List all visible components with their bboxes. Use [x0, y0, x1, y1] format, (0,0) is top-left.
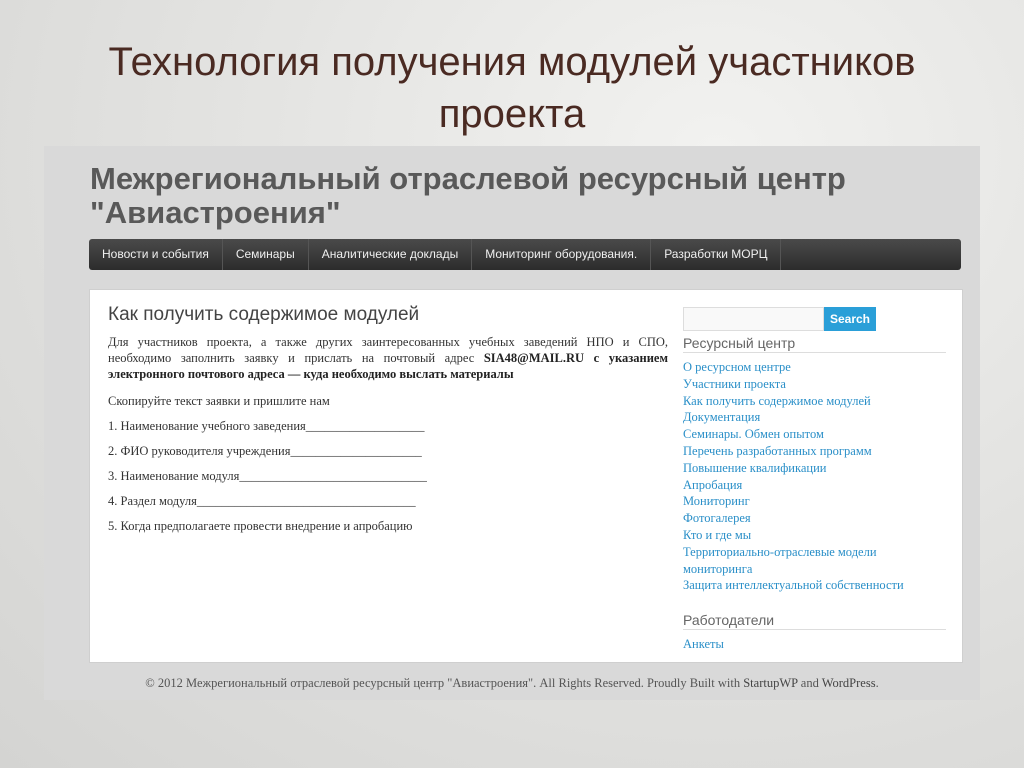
nav-item-seminars[interactable]: Семинары [223, 239, 309, 270]
employers-links: Анкеты [683, 636, 946, 653]
sidebar-link-approbation[interactable]: Апробация [683, 477, 946, 494]
sidebar-link-programs[interactable]: Перечень разработанных программ [683, 443, 946, 460]
search-button[interactable]: Search [824, 307, 876, 331]
sidebar-link-training[interactable]: Повышение квалификации [683, 460, 946, 477]
resource-center-links: О ресурсном центре Участники проекта Как… [683, 359, 946, 594]
website-screenshot: Межрегиональный отраслевой ресурсный цен… [44, 146, 980, 700]
footer-end: . [875, 676, 879, 690]
form-line-3: 3. Наименование модуля__________________… [108, 469, 427, 483]
sidebar-link-photo-gallery[interactable]: Фотогалерея [683, 510, 946, 527]
sidebar-link-monitoring-models[interactable]: Территориально-отраслевые модели монитор… [683, 544, 946, 578]
footer-link-startupwp[interactable]: StartupWP [743, 676, 797, 690]
form-line-1: 1. Наименование учебного заведения______… [108, 419, 425, 433]
widget-title-resource-center: Ресурсный центр [683, 335, 946, 353]
main-content: Как получить содержимое модулей Для учас… [108, 304, 668, 544]
page-heading: Как получить содержимое модулей [108, 304, 420, 325]
nav-item-developments[interactable]: Разработки МОРЦ [651, 239, 782, 270]
form-line-4: 4. Раздел модуля________________________… [108, 494, 416, 508]
sidebar-link-seminars[interactable]: Семинары. Обмен опытом [683, 426, 946, 443]
slide-title: Технология получения модулей участников … [40, 36, 984, 140]
sidebar-link-who-where[interactable]: Кто и где мы [683, 527, 946, 544]
search-input[interactable] [683, 307, 824, 331]
footer-text: © 2012 Межрегиональный отраслевой ресурс… [145, 676, 744, 690]
site-title-line2: "Авиастроения" [90, 195, 341, 230]
site-title: Межрегиональный отраслевой ресурсный цен… [90, 162, 970, 230]
sidebar-link-get-modules[interactable]: Как получить содержимое модулей [683, 393, 946, 410]
site-title-line1: Межрегиональный отраслевой ресурсный цен… [90, 161, 846, 196]
nav-item-monitoring[interactable]: Мониторинг оборудования. [472, 239, 652, 270]
sidebar-link-ip-protection[interactable]: Защита интеллектуальной собственности [683, 577, 946, 594]
site-footer: © 2012 Межрегиональный отраслевой ресурс… [44, 676, 980, 691]
nav-item-news[interactable]: Новости и события [89, 239, 223, 270]
content-area: Как получить содержимое модулей Для учас… [89, 289, 963, 663]
nav-item-analytics[interactable]: Аналитические доклады [309, 239, 473, 270]
footer-and: and [797, 676, 822, 690]
sidebar-link-participants[interactable]: Участники проекта [683, 376, 946, 393]
search-form: Search [683, 307, 946, 331]
intro-paragraph: Для участников проекта, а также других з… [108, 334, 668, 382]
slide-title-line2: проекта [438, 92, 586, 136]
sidebar-link-about[interactable]: О ресурсном центре [683, 359, 946, 376]
form-line-5: 5. Когда предполагаете провести внедрени… [108, 519, 413, 533]
copy-instruction: Скопируйте текст заявки и пришлите нам [108, 394, 330, 408]
sidebar-link-surveys[interactable]: Анкеты [683, 636, 946, 653]
sidebar-link-monitoring[interactable]: Мониторинг [683, 493, 946, 510]
sidebar-link-documentation[interactable]: Документация [683, 409, 946, 426]
form-line-2: 2. ФИО руководителя учреждения__________… [108, 444, 422, 458]
footer-link-wordpress[interactable]: WordPress [822, 676, 876, 690]
widget-title-employers: Работодатели [683, 612, 946, 631]
main-navigation: Новости и события Семинары Аналитические… [89, 239, 961, 270]
slide-title-line1: Технология получения модулей участников [108, 40, 916, 84]
sidebar: Search Ресурсный центр О ресурсном центр… [683, 307, 946, 653]
